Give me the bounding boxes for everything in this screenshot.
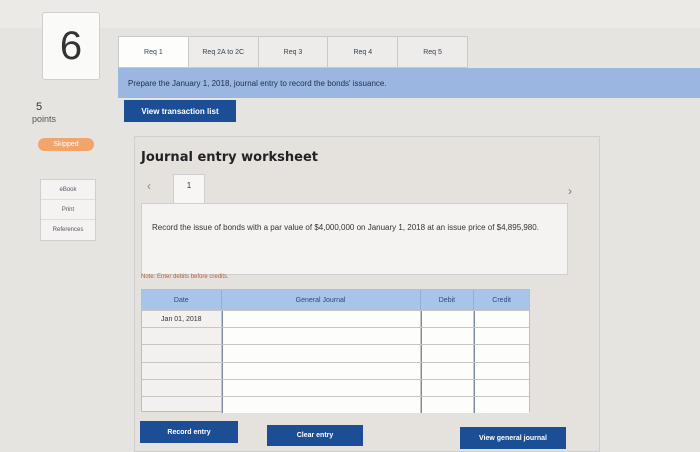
side-links: eBook Print References bbox=[40, 179, 96, 241]
entry-tab-1[interactable]: 1 bbox=[173, 174, 205, 204]
tab-req-3[interactable]: Req 3 bbox=[257, 36, 328, 68]
date-cell[interactable] bbox=[142, 345, 222, 362]
table-row bbox=[142, 361, 530, 379]
transaction-description: Record the issue of bonds with a par val… bbox=[152, 223, 539, 232]
transaction-description-box: Record the issue of bonds with a par val… bbox=[141, 203, 568, 275]
credit-input[interactable] bbox=[474, 379, 530, 396]
journal-table: Date General Journal Debit Credit Jan 01… bbox=[141, 289, 530, 414]
chevron-left-icon[interactable]: ‹ bbox=[147, 179, 151, 193]
header-debit: Debit bbox=[421, 290, 475, 310]
debit-input[interactable] bbox=[420, 345, 475, 362]
date-cell[interactable]: Jan 01, 2018 bbox=[142, 311, 222, 328]
prompt-text: Prepare the January 1, 2018, journal ent… bbox=[128, 78, 387, 88]
question-number: 6 bbox=[59, 23, 83, 68]
header-general-journal: General Journal bbox=[222, 290, 421, 310]
table-row: Jan 01, 2018 bbox=[142, 310, 530, 328]
journal-entry-worksheet: Journal entry worksheet ‹ 1 Record the i… bbox=[134, 136, 600, 452]
table-row bbox=[142, 395, 530, 414]
account-input[interactable] bbox=[221, 379, 421, 396]
print-link[interactable]: Print bbox=[41, 200, 95, 220]
credit-input[interactable] bbox=[474, 396, 530, 414]
date-cell[interactable] bbox=[142, 362, 222, 379]
header-credit: Credit bbox=[492, 296, 511, 304]
journal-table-header: Date General Journal Debit Credit bbox=[142, 290, 529, 310]
account-input[interactable] bbox=[221, 345, 421, 362]
debits-note: Note: Enter debits before credits. bbox=[141, 274, 229, 280]
debit-input[interactable] bbox=[420, 311, 475, 328]
date-cell[interactable] bbox=[142, 328, 222, 345]
prompt-bar: Prepare the January 1, 2018, journal ent… bbox=[118, 68, 700, 98]
account-input[interactable] bbox=[221, 396, 421, 414]
table-row bbox=[142, 327, 530, 345]
account-input[interactable] bbox=[221, 328, 421, 345]
debit-input[interactable] bbox=[420, 396, 475, 414]
credit-input[interactable] bbox=[474, 328, 530, 345]
debit-input[interactable] bbox=[420, 362, 475, 379]
points-label: points bbox=[32, 114, 57, 124]
credit-input[interactable] bbox=[474, 345, 530, 362]
table-row bbox=[142, 344, 530, 362]
question-number-box: 6 bbox=[42, 12, 100, 80]
header-date: Date bbox=[142, 290, 222, 310]
credit-input[interactable] bbox=[474, 362, 530, 379]
date-cell[interactable] bbox=[142, 379, 222, 396]
requirement-tabs: Req 1 Req 2A to 2C Req 3 Req 4 Req 5 bbox=[118, 36, 468, 68]
view-transaction-list-button[interactable]: View transaction list bbox=[124, 100, 236, 122]
top-strip bbox=[0, 0, 700, 28]
tab-req-4[interactable]: Req 4 bbox=[327, 36, 398, 68]
clear-entry-button[interactable]: Clear entry bbox=[267, 425, 363, 446]
chevron-right-icon[interactable]: › bbox=[568, 184, 572, 198]
ebook-link[interactable]: eBook bbox=[41, 180, 95, 200]
account-input[interactable] bbox=[221, 362, 421, 379]
debit-input[interactable] bbox=[420, 328, 475, 345]
account-input[interactable] bbox=[221, 311, 421, 328]
credit-input[interactable] bbox=[474, 311, 530, 328]
view-general-journal-button[interactable]: View general journal bbox=[460, 427, 566, 449]
tab-req-5[interactable]: Req 5 bbox=[397, 36, 468, 68]
table-row bbox=[142, 378, 530, 396]
tab-req-2a-2c[interactable]: Req 2A to 2C bbox=[187, 36, 258, 68]
worksheet-title: Journal entry worksheet bbox=[141, 150, 318, 165]
debit-input[interactable] bbox=[420, 379, 475, 396]
tab-req-1[interactable]: Req 1 bbox=[118, 36, 188, 68]
skipped-badge: Skipped bbox=[38, 138, 94, 151]
references-link[interactable]: References bbox=[41, 220, 95, 240]
points-value: 5 bbox=[36, 101, 43, 113]
date-cell[interactable] bbox=[142, 396, 222, 414]
record-entry-button[interactable]: Record entry bbox=[140, 421, 238, 443]
